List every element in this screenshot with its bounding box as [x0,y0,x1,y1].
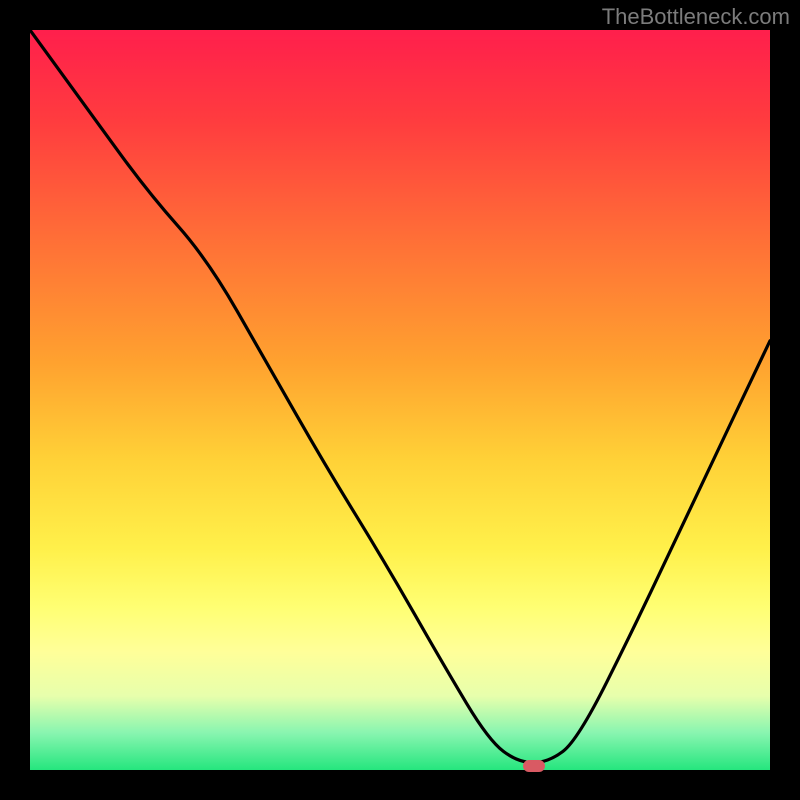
chart-frame: TheBottleneck.com [0,0,800,800]
bottleneck-curve [30,30,770,763]
plot-area [30,30,770,770]
watermark-text: TheBottleneck.com [602,4,790,30]
optimum-marker [523,760,545,772]
curve-svg [30,30,770,770]
